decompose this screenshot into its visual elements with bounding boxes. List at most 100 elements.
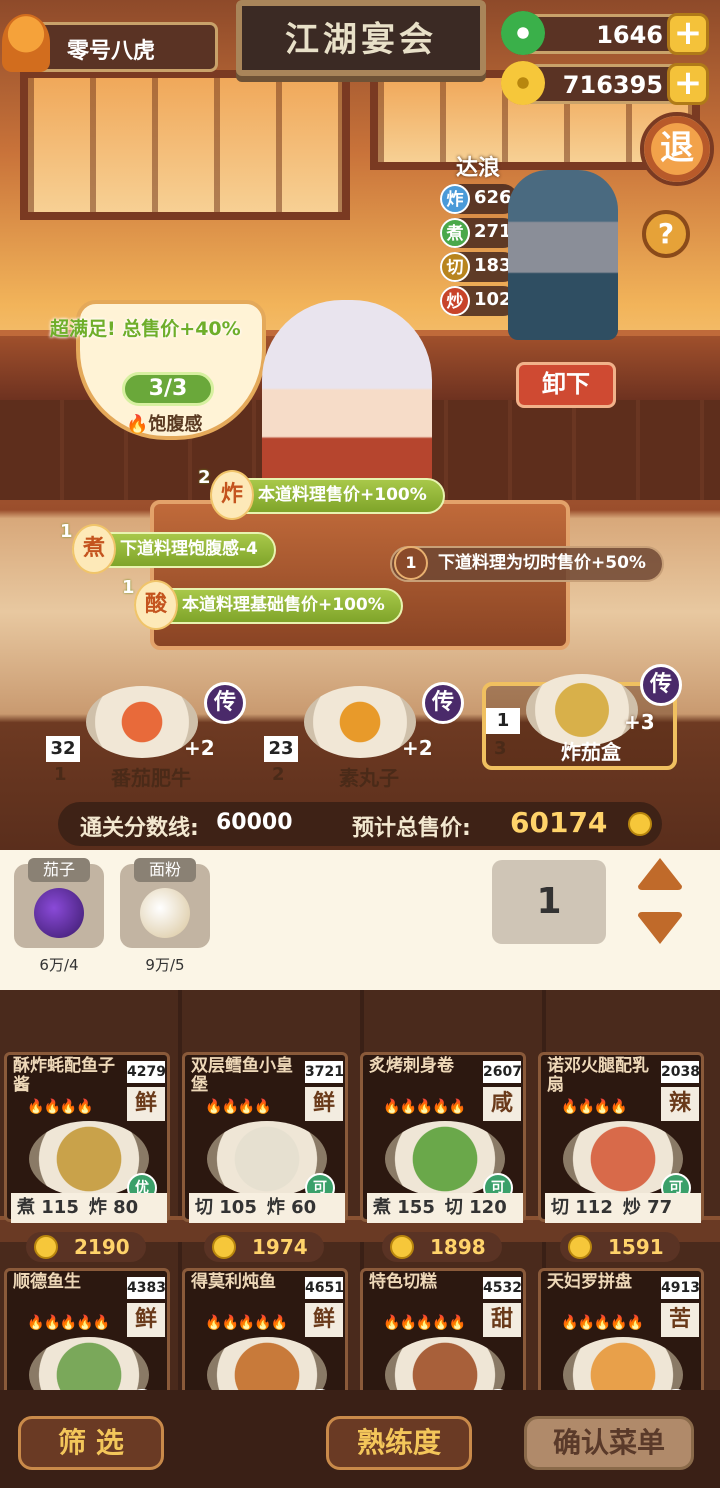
dish-card[interactable]: 炙烤刺身卷 🔥🔥🔥🔥🔥 2607 咸可煮 155 切 120 — [360, 1052, 526, 1223]
flavor-badge: 咸 — [483, 1087, 521, 1121]
dish-card[interactable]: 双层鳕鱼小皇堡 🔥🔥🔥🔥 3721 鲜可切 105 炸 60 — [182, 1052, 348, 1223]
dish-list[interactable]: 酥炸蚝配鱼子酱 🔥🔥🔥🔥 4279 鲜优煮 115 炸 80 2190 双层鳕鱼小皇堡 🔥🔥🔥… — [0, 990, 720, 1390]
slot-bonus: +3 — [624, 710, 655, 734]
coin-icon — [501, 61, 545, 105]
flavor-badge: 甜 — [483, 1303, 521, 1337]
dish-price: 4913 — [661, 1277, 700, 1299]
legend-badge: 传 — [422, 682, 464, 724]
coin-icon — [568, 1235, 592, 1259]
flame-icon: 🔥 — [610, 1315, 627, 1331]
flame-icon: 🔥 — [448, 1315, 466, 1331]
window-left — [20, 70, 350, 220]
req-method: 切 — [195, 1197, 213, 1218]
score-bar: 通关分数线: 60000 预计总售价: 60174 — [58, 802, 662, 846]
unload-button[interactable]: 卸下 — [516, 362, 616, 408]
flame-icon: 🔥 — [92, 1315, 110, 1331]
add-jade-button[interactable]: + — [667, 13, 709, 55]
buff-fry-text: 本道料理售价+100% — [258, 485, 427, 505]
menu-slot-1[interactable]: 传 32 +2 1 番茄肥牛 — [46, 682, 246, 794]
opponent-name: 达浪 — [456, 156, 501, 181]
dish-card[interactable]: 天妇罗拼盘🔥🔥🔥🔥🔥4913苦特 — [538, 1268, 704, 1390]
buff-sour: 酸 1 本道料理基础售价+100% — [122, 577, 403, 630]
player-avatar-icon[interactable] — [2, 14, 50, 72]
ingredient-eggplant[interactable]: 茄子 6万/4 — [14, 858, 104, 974]
dish-name: 双层鳕鱼小皇堡 — [191, 1056, 293, 1095]
flame-icon: 🔥 — [126, 414, 149, 435]
buff-boil-icon: 煮 — [72, 524, 116, 574]
flame-icon: 🔥 — [27, 1099, 44, 1115]
proficiency-button[interactable]: 熟练度 — [326, 1416, 472, 1470]
increase-arrow-icon[interactable] — [636, 856, 684, 892]
slot-bonus: +2 — [402, 736, 433, 760]
help-button[interactable]: ? — [642, 210, 690, 258]
dish-price: 4651 — [305, 1277, 344, 1299]
ingredient-flour[interactable]: 面粉 9万/5 — [120, 858, 210, 974]
flavor-badge: 鲜 — [305, 1303, 343, 1337]
dish-coin-value: 1591 — [560, 1232, 680, 1262]
banquet-scene: 零号八虎 江湖宴会 1646 + 716395 + 退 ? 达浪 炸 626 煮… — [0, 0, 720, 850]
coin-counter: 716395 + — [501, 61, 709, 105]
dish-card[interactable]: 诺邓火腿配乳扇 🔥🔥🔥🔥 2038 辣可切 112 炒 77 — [538, 1052, 704, 1223]
add-coins-button[interactable]: + — [667, 63, 709, 105]
menu-slot-3[interactable]: 传 1 +3 3 炸茄盒 — [482, 664, 682, 770]
confirm-menu-button[interactable]: 确认菜单 — [524, 1416, 694, 1470]
flame-icon: 🔥 — [626, 1315, 644, 1331]
buff-fry-icon: 炸 — [210, 470, 254, 520]
dish-name: 顺德鱼生 — [13, 1272, 81, 1292]
req-value: 112 — [575, 1197, 613, 1218]
skill-fry-icon: 炸 — [440, 184, 470, 214]
dish-name: 诺邓火腿配乳扇 — [547, 1056, 649, 1095]
buff-sour-text: 本道料理基础售价+100% — [182, 595, 385, 615]
req-value: 115 — [41, 1197, 79, 1218]
slot-dish-name: 素丸子 — [339, 766, 399, 790]
buff-boil-count: 1 — [60, 521, 73, 542]
dish-price: 3721 — [305, 1061, 344, 1083]
req-method: 炸 — [266, 1197, 285, 1218]
heat-rating: 🔥🔥🔥🔥 — [561, 1099, 628, 1115]
skill-cut-value: 183 — [474, 255, 512, 276]
skill-boil-value: 271 — [474, 221, 512, 242]
flame-icon: 🔥 — [27, 1315, 44, 1331]
flame-icon: 🔥 — [399, 1099, 416, 1115]
opponent-character — [508, 170, 618, 340]
dish-image — [86, 686, 198, 758]
flame-icon: 🔥 — [383, 1315, 400, 1331]
decrease-arrow-icon[interactable] — [636, 910, 684, 946]
ingredient-count: 9万/5 — [145, 956, 185, 974]
dish-card[interactable]: 酥炸蚝配鱼子酱 🔥🔥🔥🔥 4279 鲜优煮 115 炸 80 — [4, 1052, 170, 1223]
req-value: 105 — [219, 1197, 257, 1218]
flame-icon: 🔥 — [205, 1099, 222, 1115]
skill-requirements: 切 105 炸 60 — [189, 1193, 345, 1223]
coin-icon — [212, 1235, 236, 1259]
buff-boil-text: 下道料理饱腹感-4 — [120, 539, 258, 559]
heat-rating: 🔥🔥🔥🔥🔥 — [383, 1099, 466, 1115]
skill-requirements: 切 112 炒 77 — [545, 1193, 701, 1223]
flame-icon: 🔥 — [561, 1315, 578, 1331]
jade-value: 1646 — [596, 21, 663, 49]
buff-next-cut-icon: 1 — [394, 546, 428, 580]
flavor-badge: 鲜 — [127, 1303, 165, 1337]
skill-requirements: 煮 155 切 120 — [367, 1193, 523, 1223]
dish-coin-value: 1974 — [204, 1232, 324, 1262]
skill-boil-icon: 煮 — [440, 218, 470, 248]
dish-card[interactable]: 特色切糕🔥🔥🔥🔥🔥4532甜可 — [360, 1268, 526, 1390]
dish-name: 炙烤刺身卷 — [369, 1056, 454, 1076]
flame-icon: 🔥 — [270, 1315, 288, 1331]
exit-button[interactable]: 退 — [640, 112, 714, 186]
flame-icon: 🔥 — [254, 1315, 271, 1331]
flame-icon: 🔥 — [59, 1315, 77, 1331]
heat-rating: 🔥🔥🔥🔥🔥 — [561, 1315, 644, 1331]
flavor-badge: 鲜 — [305, 1087, 343, 1121]
dish-card[interactable]: 顺德鱼生🔥🔥🔥🔥🔥4383鲜可 — [4, 1268, 170, 1390]
flame-icon: 🔥 — [415, 1099, 433, 1115]
menu-slot-2[interactable]: 传 23 +2 2 素丸子 — [264, 682, 464, 794]
filter-button[interactable]: 筛 选 — [18, 1416, 164, 1470]
banner-title: 江湖宴会 — [285, 20, 437, 60]
dish-card[interactable]: 得莫利炖鱼🔥🔥🔥🔥🔥4651鲜特 — [182, 1268, 348, 1390]
flame-icon: 🔥 — [432, 1099, 449, 1115]
opponent-skill-boil: 煮 271 — [440, 218, 518, 248]
flame-icon: 🔥 — [59, 1099, 77, 1115]
slot-bonus: +2 — [184, 736, 215, 760]
total-label: 预计总售价: — [352, 816, 471, 841]
slot-quantity: 32 — [46, 736, 80, 762]
